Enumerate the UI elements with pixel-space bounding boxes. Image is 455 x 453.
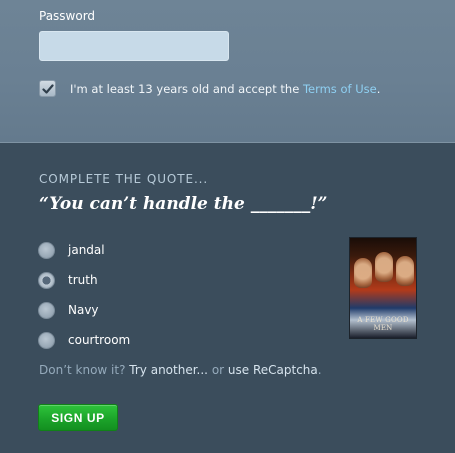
terms-period: . [376,81,381,96]
answer-radio[interactable] [38,331,55,349]
answer-label: courtroom [68,333,131,347]
terms-row: I'm at least 13 years old and accept the… [39,80,380,97]
captcha-help: Don’t know it? Try another... or use ReC… [39,363,322,377]
help-period: . [317,363,322,377]
terms-checkbox[interactable] [39,80,56,97]
captcha-quote: “You can’t handle the _______!” [39,194,328,214]
answer-options: jandal truth Navy courtroom [38,235,130,355]
help-or: or [211,363,225,377]
movie-poster-image: A FEW GOOD MEN [349,237,417,339]
terms-text: I'm at least 13 years old and accept the… [70,82,380,96]
try-another-link[interactable]: Try another... [129,363,208,377]
captcha-section: COMPLETE THE QUOTE... “You can’t handle … [0,143,455,453]
answer-radio[interactable] [38,301,55,319]
poster-face [375,252,393,282]
poster-face [354,258,372,288]
sign-up-button[interactable]: SIGN UP [38,404,118,431]
answer-label: truth [68,273,98,287]
poster-title: A FEW GOOD MEN [357,316,409,332]
answer-label: jandal [68,243,105,257]
password-section: Password I'm at least 13 years old and a… [0,0,455,143]
answer-label: Navy [68,303,99,317]
answer-option-navy[interactable]: Navy [38,295,130,325]
checkmark-icon [41,83,54,94]
password-field[interactable] [39,31,229,61]
help-prefix: Don’t know it? [39,363,126,377]
answer-option-truth[interactable]: truth [38,265,130,295]
answer-option-courtroom[interactable]: courtroom [38,325,130,355]
answer-option-jandal[interactable]: jandal [38,235,130,265]
password-label: Password [39,9,96,23]
answer-radio[interactable] [38,241,55,259]
terms-of-use-link[interactable]: Terms of Use [303,82,377,96]
captcha-heading: COMPLETE THE QUOTE... [39,172,209,186]
poster-face [396,256,414,286]
use-recaptcha-link[interactable]: use ReCaptcha [228,363,318,377]
terms-statement: I'm at least 13 years old and accept the [70,81,303,96]
answer-radio[interactable] [38,271,55,289]
